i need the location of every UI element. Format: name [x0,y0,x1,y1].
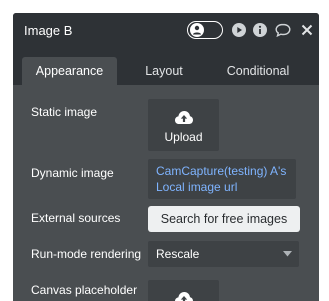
static-image-label: Static image [31,105,98,119]
tab-conditional[interactable]: Conditional [211,57,305,85]
run-mode-rendering-label: Run-mode rendering [31,247,142,261]
canvas-placeholder-upload-button[interactable] [148,280,219,301]
visibility-toggle[interactable] [187,21,223,39]
tab-appearance[interactable]: Appearance [22,57,117,85]
property-editor-panel: Image B Appearance Layout Conditional St… [13,13,319,301]
canvas-placeholder-label: Canvas placeholder [31,283,138,297]
dynamic-image-expression-line1: CamCapture(testing) A's [156,164,287,178]
tab-bar: Appearance Layout Conditional [13,51,319,85]
panel-header: Image B [13,13,319,51]
tab-layout[interactable]: Layout [125,57,203,85]
run-mode-rendering-value: Rescale [156,247,200,261]
info-icon[interactable] [253,23,267,37]
search-free-images-button[interactable]: Search for free images [148,206,300,232]
close-icon[interactable] [301,24,313,36]
dynamic-image-expression-line2: Local image url [156,180,238,194]
chevron-down-icon [283,251,292,257]
dynamic-image-expression[interactable]: CamCapture(testing) A's Local image url [148,159,296,199]
run-mode-rendering-select[interactable]: Rescale [148,241,299,267]
comment-icon[interactable] [275,23,291,37]
dynamic-image-label: Dynamic image [31,166,114,180]
external-sources-label: External sources [31,211,121,225]
static-image-upload-button[interactable]: Upload [148,99,219,151]
cloud-upload-icon [175,292,193,301]
cloud-upload-icon [175,111,193,124]
upload-label: Upload [164,130,203,144]
play-icon[interactable] [232,23,246,37]
panel-title: Image B [24,23,73,38]
user-icon [190,23,204,37]
